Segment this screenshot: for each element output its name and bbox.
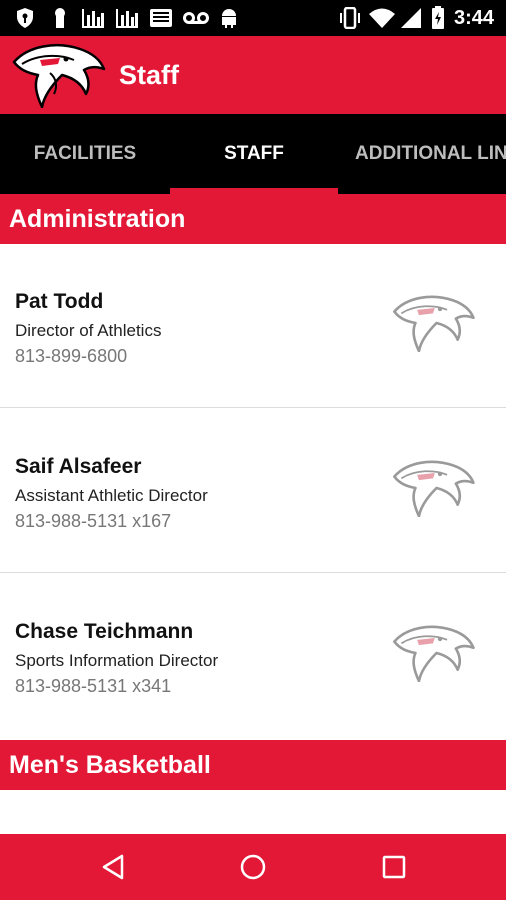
app-bar: Staff (0, 36, 506, 114)
keyhole-icon (50, 6, 70, 30)
staff-phone[interactable]: 813-988-5131 x341 (15, 676, 171, 697)
page-title: Staff (119, 60, 179, 90)
hawk-logo-icon (390, 459, 476, 518)
staff-phone[interactable]: 813-899-6800 (15, 346, 127, 367)
staff-title: Director of Athletics (15, 321, 162, 340)
staff-row[interactable]: Pat Todd Director of Athletics 813-899-6… (0, 244, 506, 408)
hawk-logo-icon (390, 624, 476, 683)
section-header-mens-basketball: Men's Basketball (0, 740, 506, 790)
tab-staff[interactable]: STAFF (170, 114, 338, 194)
staff-name: Saif Alsafeer (15, 455, 142, 478)
tab-bar: FACILITIES STAFF ADDITIONAL LINKS (0, 114, 506, 194)
voicemail-icon (182, 6, 210, 30)
staff-title: Sports Information Director (15, 651, 219, 670)
staff-row[interactable]: Saif Alsafeer Assistant Athletic Directo… (0, 409, 506, 573)
chart-icon (80, 6, 106, 30)
staff-phone[interactable]: 813-988-5131 x167 (15, 511, 171, 532)
tab-additional-links[interactable]: ADDITIONAL LINKS (338, 114, 506, 194)
navigation-bar (0, 834, 506, 900)
home-icon[interactable] (236, 850, 270, 884)
tab-facilities[interactable]: FACILITIES (0, 114, 170, 194)
vibrate-icon (338, 6, 362, 30)
shield-icon (14, 6, 36, 30)
recents-icon[interactable] (377, 850, 411, 884)
status-bar: 3:44 (0, 0, 506, 36)
staff-name: Pat Todd (15, 290, 104, 313)
signal-icon (398, 6, 424, 30)
staff-name: Chase Teichmann (15, 620, 194, 643)
android-icon (218, 6, 240, 30)
hawk-logo-icon (390, 294, 476, 353)
keyboard-icon (148, 6, 174, 30)
wifi-icon (368, 6, 396, 30)
hawk-logo-icon (10, 42, 106, 109)
chart-icon (114, 6, 140, 30)
back-icon[interactable] (96, 850, 130, 884)
section-header-administration: Administration (0, 194, 506, 244)
staff-title: Assistant Athletic Director (15, 486, 208, 505)
status-time: 3:44 (453, 7, 494, 29)
staff-row[interactable]: Chase Teichmann Sports Information Direc… (0, 574, 506, 738)
battery-icon (430, 6, 446, 30)
